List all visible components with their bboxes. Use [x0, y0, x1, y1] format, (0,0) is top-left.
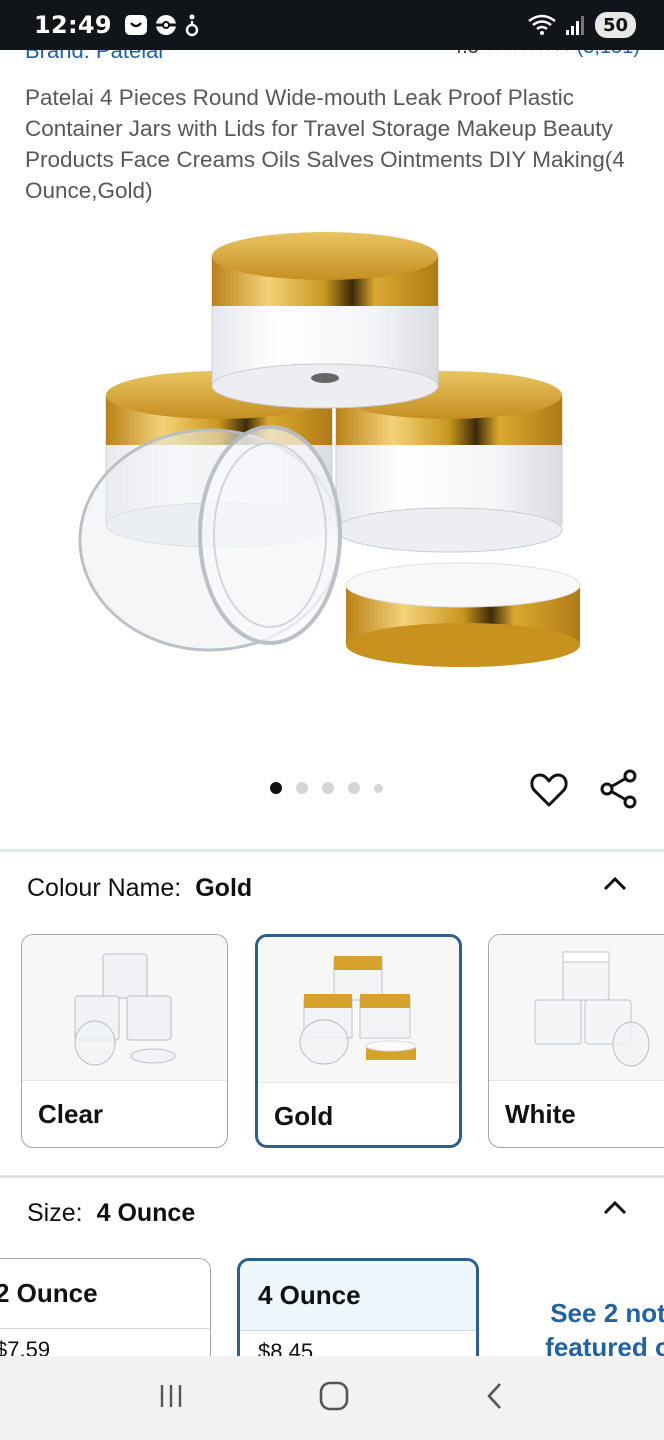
- colour-header: Colour Name: Gold: [27, 874, 252, 903]
- share-icon[interactable]: [598, 768, 640, 810]
- see-more-line-1: See 2 not: [550, 1298, 664, 1328]
- notification-icons: [124, 13, 200, 37]
- size-value: 4 Ounce: [96, 1199, 196, 1227]
- carousel-dot[interactable]: [374, 783, 383, 793]
- colour-option-clear[interactable]: Clear: [21, 934, 228, 1148]
- android-navigation-bar: [0, 1356, 664, 1440]
- carousel-dot[interactable]: [296, 782, 308, 794]
- product-title: Patelai 4 Pieces Round Wide-mouth Leak P…: [25, 85, 625, 203]
- colour-option-label: White: [505, 1098, 576, 1129]
- colour-label: Colour Name:: [27, 874, 182, 902]
- size-option-4-ounce[interactable]: 4 Ounce $8.45: [237, 1258, 479, 1368]
- colour-value: Gold: [195, 874, 253, 902]
- colour-option-label: Gold: [274, 1100, 334, 1131]
- white-jars-thumbnail: [489, 935, 664, 1081]
- wifi-icon: [527, 14, 557, 36]
- clear-jars-thumbnail: [22, 935, 227, 1081]
- see-not-featured-link[interactable]: See 2 not featured o: [528, 1296, 664, 1364]
- signal-icon: [565, 14, 587, 36]
- system-icons: 50: [527, 12, 636, 38]
- add-to-list-heart-icon[interactable]: [529, 770, 569, 810]
- jar-tipped: [78, 425, 342, 652]
- colour-option-gold[interactable]: Gold: [255, 934, 462, 1148]
- size-label: Size:: [27, 1199, 83, 1227]
- accessibility-icon: [184, 13, 200, 37]
- battery-indicator: 50: [594, 12, 636, 38]
- image-carousel-dots[interactable]: [270, 782, 383, 794]
- jar-top: [211, 232, 439, 409]
- collapse-colour-chevron-up-icon[interactable]: [600, 874, 630, 894]
- face-notification-icon: [124, 14, 148, 36]
- product-image[interactable]: [70, 220, 600, 730]
- carousel-dot[interactable]: [270, 782, 282, 794]
- carousel-dot[interactable]: [348, 782, 360, 794]
- status-bar: 12:49 50: [0, 0, 664, 50]
- collapse-size-chevron-up-icon[interactable]: [600, 1198, 630, 1218]
- colour-option-white[interactable]: White: [488, 934, 664, 1148]
- size-header: Size: 4 Ounce: [27, 1199, 195, 1228]
- size-option-2-ounce[interactable]: 2 Ounce $7.59: [0, 1258, 211, 1368]
- size-option-label: 4 Ounce: [240, 1261, 476, 1331]
- back-icon[interactable]: [482, 1381, 508, 1416]
- divider: [0, 849, 664, 852]
- divider: [0, 1175, 664, 1178]
- gold-jars-thumbnail: [258, 937, 459, 1083]
- status-time: 12:49: [34, 11, 112, 39]
- home-icon[interactable]: [318, 1380, 350, 1417]
- lid-open: [345, 562, 581, 667]
- size-option-label: 2 Ounce: [0, 1259, 210, 1329]
- carousel-dot[interactable]: [322, 782, 334, 794]
- pokeball-icon: [154, 13, 178, 37]
- colour-option-label: Clear: [38, 1098, 104, 1129]
- recent-apps-icon[interactable]: [156, 1381, 186, 1416]
